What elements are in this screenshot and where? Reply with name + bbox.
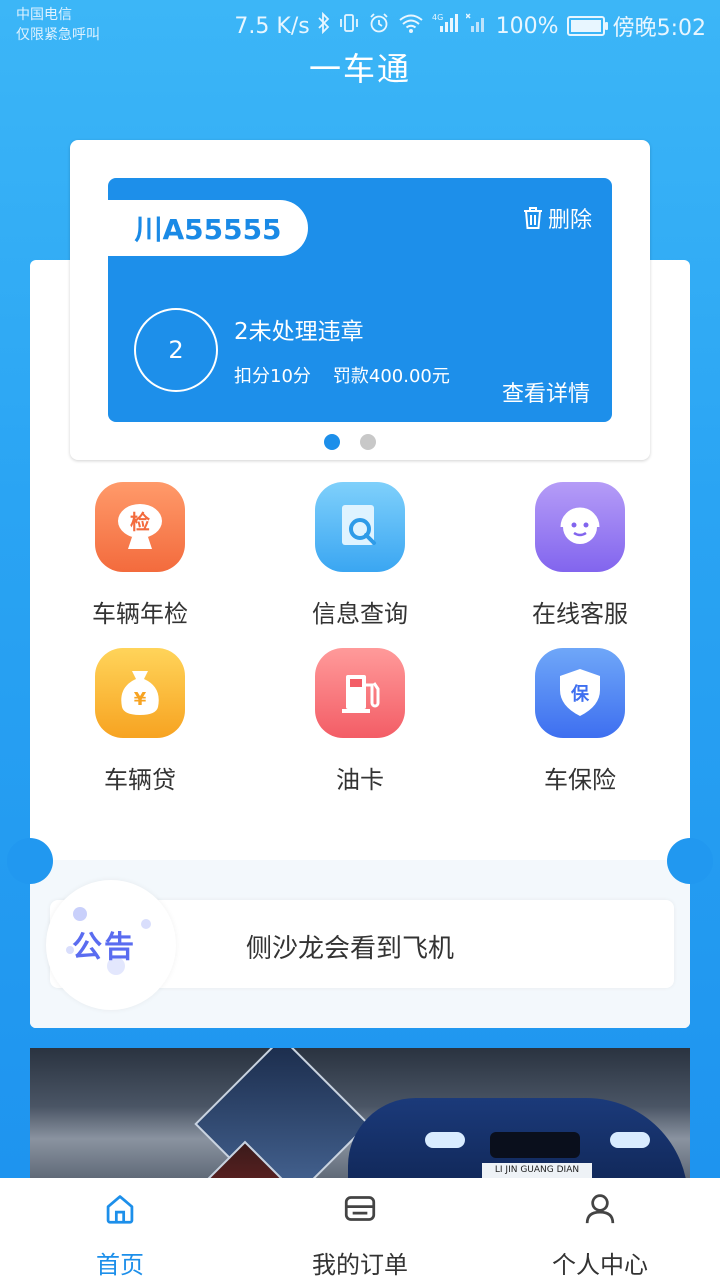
fine-amount: 罚款400.00元 (332, 366, 450, 387)
penalty-points: 扣分10分 (234, 366, 311, 387)
service-label: 油卡 (336, 766, 384, 794)
nav-orders[interactable]: 我的订单 (240, 1178, 480, 1280)
bluetooth-icon (318, 11, 330, 40)
carrier-info: 中国电信 仅限紧急呼叫 (16, 5, 100, 45)
view-details-link[interactable]: 查看详情 (502, 376, 590, 408)
battery-percent: 100% (495, 13, 559, 39)
orders-icon (344, 1196, 376, 1221)
svg-text:检: 检 (130, 510, 150, 534)
clock: 傍晚5:02 (612, 16, 706, 41)
notice-badge: 公告 (46, 880, 176, 1010)
service-online-support[interactable]: 在线客服 (480, 482, 680, 629)
service-vehicle-loan[interactable]: ¥ 车辆贷 (40, 648, 240, 795)
network-type-label: 4G (432, 13, 443, 22)
service-label: 车辆年检 (92, 600, 188, 628)
violation-title: 2未处理违章 (234, 319, 364, 345)
app-title: 一车通 (308, 50, 411, 88)
emergency-only-text: 仅限紧急呼叫 (16, 27, 100, 43)
home-icon (106, 1195, 134, 1224)
battery-icon (566, 16, 608, 36)
panel-notch-right (667, 838, 713, 884)
violation-meta: 扣分10分 罚款400.00元 (234, 362, 450, 388)
notice-text: 侧沙龙会看到飞机 (246, 934, 455, 964)
nav-home[interactable]: 首页 (0, 1178, 240, 1280)
service-vehicle-inspection[interactable]: 检 车辆年检 (40, 482, 240, 629)
bottom-nav: 首页 我的订单 个人中心 (0, 1178, 720, 1280)
carousel-dot[interactable] (324, 434, 340, 450)
alarm-icon (368, 12, 390, 40)
service-car-insurance[interactable]: 保 车保险 (480, 648, 680, 795)
license-plate: 川A55555 (108, 200, 308, 256)
promo-banner[interactable]: LI JIN GUANG DIAN (30, 1048, 690, 1178)
fuel-pump-icon (315, 648, 405, 738)
wifi-icon (398, 12, 424, 40)
banner-car-grille (490, 1132, 580, 1158)
banner-car-headlight (425, 1132, 465, 1148)
carrier-name: 中国电信 (16, 7, 72, 23)
status-icons: 7.5 K/s 4G 100% 傍晚5:02 (234, 10, 706, 42)
customer-service-icon (535, 482, 625, 572)
delete-button[interactable]: 删除 (522, 202, 592, 234)
insurance-shield-icon: 保 (535, 648, 625, 738)
notice-badge-label: 公告 (72, 930, 136, 965)
service-label: 在线客服 (532, 600, 628, 628)
money-bag-icon: ¥ (95, 648, 185, 738)
profile-icon (585, 1194, 615, 1224)
nav-label: 我的订单 (312, 1251, 408, 1279)
trash-icon (523, 207, 542, 229)
service-label: 信息查询 (312, 600, 408, 628)
banner-car-headlight (610, 1132, 650, 1148)
service-label: 车保险 (544, 766, 616, 794)
nav-label: 个人中心 (552, 1251, 648, 1279)
service-oil-card[interactable]: 油卡 (260, 648, 460, 795)
svg-text:¥: ¥ (134, 689, 147, 710)
service-label: 车辆贷 (104, 766, 176, 794)
panel-notch-left (7, 838, 53, 884)
signal-icon: 4G (432, 12, 458, 40)
network-speed: 7.5 K/s (234, 13, 310, 39)
banner-headlight-image (194, 1048, 370, 1178)
violation-card[interactable]: 川A55555 删除 2 2未处理违章 扣分10分 罚款400.00元 查看详情 (108, 178, 612, 422)
document-search-icon (315, 482, 405, 572)
violation-count: 2 (134, 308, 218, 392)
nav-profile[interactable]: 个人中心 (480, 1178, 720, 1280)
service-info-query[interactable]: 信息查询 (260, 482, 460, 629)
nav-label: 首页 (96, 1251, 144, 1279)
vibrate-icon (338, 12, 360, 40)
carousel-indicator (324, 434, 376, 450)
svg-text:保: 保 (570, 683, 590, 705)
banner-car-plate: LI JIN GUANG DIAN (482, 1163, 592, 1178)
inspection-icon: 检 (95, 482, 185, 572)
delete-label: 删除 (547, 208, 592, 233)
carousel-dot[interactable] (360, 434, 376, 450)
no-signal-icon (465, 12, 488, 40)
